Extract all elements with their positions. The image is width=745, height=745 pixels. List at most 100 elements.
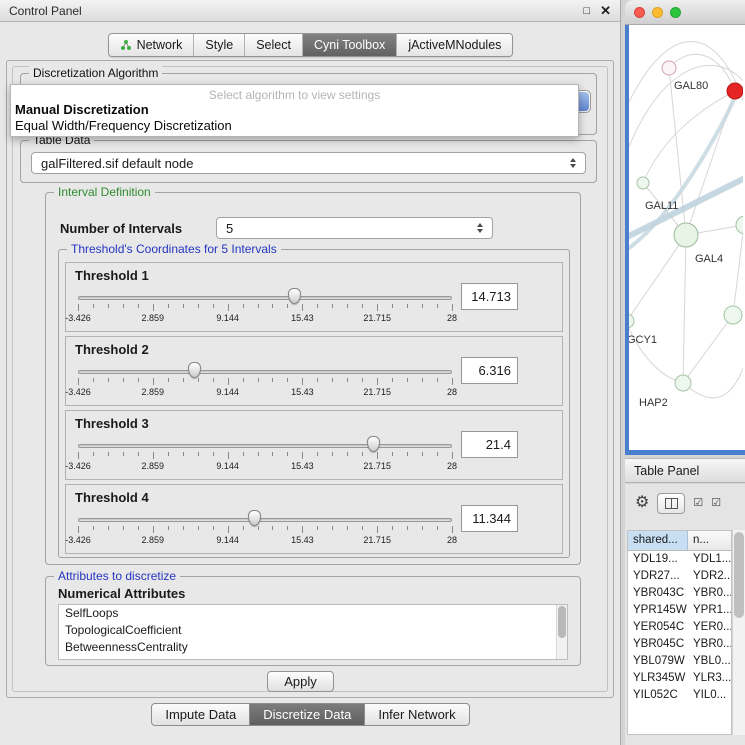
cell-name[interactable]: YLR3... (688, 670, 731, 687)
cell-name[interactable]: YDR2... (688, 568, 731, 585)
node-right-mid[interactable] (724, 306, 742, 324)
table-row[interactable]: YDR27...YDR2... (628, 568, 731, 585)
tab-infer-network[interactable]: Infer Network (364, 703, 469, 726)
slider-track[interactable] (78, 444, 452, 448)
threshold-label: Threshold 2 (75, 342, 149, 357)
table-row[interactable]: YBR045CYBR0... (628, 636, 731, 653)
table-row[interactable]: YDL19...YDL1... (628, 551, 731, 568)
node-gcy1[interactable] (629, 314, 634, 328)
discretization-algorithm-title: Discretization Algorithm (29, 66, 162, 80)
slider-tick (452, 304, 453, 311)
slider-ticks (78, 378, 452, 386)
algorithm-option-equal-width[interactable]: Equal Width/Frequency Discretization (11, 118, 578, 134)
attributes-scrollbar[interactable] (556, 605, 567, 659)
cell-shared-name[interactable]: YBR043C (628, 585, 688, 602)
tab-impute-data[interactable]: Impute Data (151, 703, 250, 726)
threshold-value-field[interactable]: 21.4 (461, 431, 518, 458)
tick-label: -3.426 (65, 535, 91, 545)
tab-style[interactable]: Style (193, 34, 244, 56)
slider-track[interactable] (78, 296, 452, 300)
threshold-value-field[interactable]: 14.713 (461, 283, 518, 310)
attr-items-host: SelfLoopsTopologicalCoefficientBetweenne… (59, 605, 567, 656)
tab-discretize-data[interactable]: Discretize Data (249, 703, 365, 726)
column-header-name[interactable]: n... (688, 531, 731, 550)
slider-tick (302, 304, 303, 311)
close-window-icon[interactable]: ✕ (600, 3, 611, 19)
cell-shared-name[interactable]: YLR345W (628, 670, 688, 687)
table-scrollbar-thumb[interactable] (734, 532, 744, 618)
slider-track[interactable] (78, 370, 452, 374)
table-rows-host: YDL19...YDL1...YDR27...YDR2...YBR043CYBR… (628, 551, 731, 704)
tick-label: -3.426 (65, 387, 91, 397)
table-data-select[interactable]: galFiltered.sif default node (31, 152, 586, 174)
slider-track[interactable] (78, 518, 452, 522)
cell-shared-name[interactable]: YER054C (628, 619, 688, 636)
float-window-icon[interactable]: □ (583, 5, 590, 17)
cell-shared-name[interactable]: YIL052C (628, 687, 688, 704)
tab-cyni-toolbox[interactable]: Cyni Toolbox (302, 34, 396, 56)
tab-network[interactable]: Network (109, 34, 194, 56)
attribute-list-item[interactable]: BetweennessCentrality (59, 639, 567, 656)
table-scrollbar[interactable] (732, 530, 745, 735)
slider-thumb[interactable] (248, 510, 261, 526)
table-row[interactable]: YBL079WYBL0... (628, 653, 731, 670)
table-row[interactable]: YLR345WYLR3... (628, 670, 731, 687)
cell-shared-name[interactable]: YBR045C (628, 636, 688, 653)
number-of-intervals-select[interactable]: 5 (216, 217, 493, 239)
table-row[interactable]: YIL052CYIL0... (628, 687, 731, 704)
node-red-selected[interactable] (727, 83, 743, 99)
select-none-columns-icon[interactable]: ☑ (711, 498, 721, 509)
node-gal80[interactable] (662, 61, 676, 75)
cell-name[interactable]: YBR0... (688, 585, 731, 602)
tab-select[interactable]: Select (244, 34, 302, 56)
node-gal4[interactable] (674, 223, 698, 247)
select-all-columns-icon[interactable]: ☑ (693, 498, 703, 509)
threshold-slider[interactable]: -3.4262.8599.14415.4321.71528 (78, 288, 452, 328)
slider-thumb[interactable] (367, 436, 380, 452)
close-traffic-light[interactable] (634, 7, 645, 18)
cell-name[interactable]: YER0... (688, 619, 731, 636)
cell-shared-name[interactable]: YBL079W (628, 653, 688, 670)
slider-thumb[interactable] (188, 362, 201, 378)
cell-shared-name[interactable]: YPR145W (628, 602, 688, 619)
tick-label: 21.715 (363, 535, 391, 545)
threshold-value-field[interactable]: 6.316 (461, 357, 518, 384)
algorithm-option-manual[interactable]: Manual Discretization (11, 102, 578, 118)
cell-name[interactable]: YPR1... (688, 602, 731, 619)
cell-name[interactable]: YBL0... (688, 653, 731, 670)
cell-shared-name[interactable]: YDL19... (628, 551, 688, 568)
slider-tick (332, 378, 333, 382)
tick-label: 9.144 (216, 461, 239, 471)
column-header-shared-name[interactable]: shared... (628, 531, 688, 550)
table-row[interactable]: YER054CYER0... (628, 619, 731, 636)
algorithm-placeholder-item[interactable]: Select algorithm to view settings (11, 85, 578, 102)
table-row[interactable]: YBR043CYBR0... (628, 585, 731, 602)
attribute-list-item[interactable]: SelfLoops (59, 605, 567, 622)
minimize-traffic-light[interactable] (652, 7, 663, 18)
slider-tick (78, 378, 79, 385)
threshold-slider[interactable]: -3.4262.8599.14415.4321.71528 (78, 510, 452, 550)
columns-button[interactable] (657, 493, 685, 514)
scrollbar-thumb[interactable] (558, 606, 566, 638)
threshold-slider[interactable]: -3.4262.8599.14415.4321.71528 (78, 362, 452, 402)
tab-jactivemnodules[interactable]: jActiveMNodules (396, 34, 512, 56)
tick-labels: -3.4262.8599.14415.4321.71528 (78, 461, 452, 472)
table-row[interactable]: YPR145WYPR1... (628, 602, 731, 619)
cell-name[interactable]: YDL1... (688, 551, 731, 568)
slider-thumb[interactable] (288, 288, 301, 304)
cell-name[interactable]: YBR0... (688, 636, 731, 653)
zoom-traffic-light[interactable] (670, 7, 681, 18)
node-cut-right[interactable] (736, 216, 743, 234)
tick-label: 28 (447, 461, 457, 471)
network-canvas[interactable]: GAL80 GAL11 GAL4 GCY1 HAP2 (629, 25, 745, 450)
node-hap2[interactable] (675, 375, 691, 391)
cell-shared-name[interactable]: YDR27... (628, 568, 688, 585)
gear-icon[interactable]: ⚙ (635, 495, 649, 511)
threshold-value-field[interactable]: 11.344 (461, 505, 518, 532)
slider-tick (377, 526, 378, 533)
attribute-list-item[interactable]: TopologicalCoefficient (59, 622, 567, 639)
node-gal11[interactable] (637, 177, 649, 189)
threshold-slider[interactable]: -3.4262.8599.14415.4321.71528 (78, 436, 452, 476)
cell-name[interactable]: YIL0... (688, 687, 731, 704)
apply-button[interactable]: Apply (267, 671, 334, 692)
